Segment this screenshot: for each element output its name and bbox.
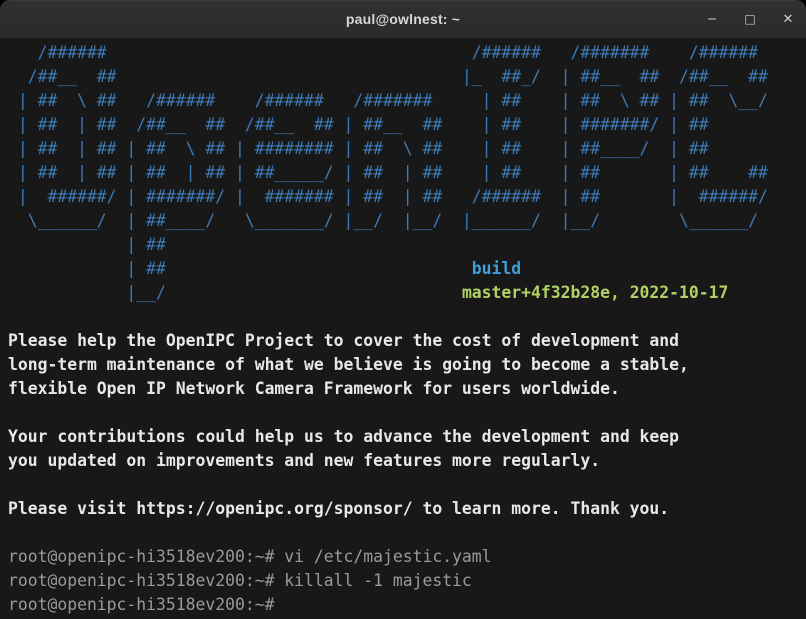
terminal-line: Please help the OpenIPC Project to cover… xyxy=(8,329,806,353)
terminal-line: | ######/ | #######/ | ####### | ## | ##… xyxy=(8,185,806,209)
close-icon[interactable]: ✕ xyxy=(780,11,796,27)
terminal-line: | ## build xyxy=(8,257,806,281)
window-controls: ─ □ ✕ xyxy=(704,0,796,38)
terminal-line: Your contributions could help us to adva… xyxy=(8,425,806,449)
terminal-line: \______/ | ##____/ \_______/ |__/ |__/ |… xyxy=(8,209,806,233)
terminal-line: | ## | ## /##__ ## /##__ ## | ##__ ## | … xyxy=(8,113,806,137)
terminal-line: root@openipc-hi3518ev200:~# killall -1 m… xyxy=(8,569,806,593)
terminal-window: paul@owlnest: ~ ─ □ ✕ /###### /###### /#… xyxy=(0,0,806,619)
terminal-line: |__/ master+4f32b28e, 2022-10-17 xyxy=(8,281,806,305)
terminal-line: | ## | ## | ## \ ## | ######## | ## \ ##… xyxy=(8,137,806,161)
maximize-icon[interactable]: □ xyxy=(742,11,758,27)
terminal-output[interactable]: /###### /###### /####### /###### /##__ #… xyxy=(0,39,806,619)
terminal-line: flexible Open IP Network Camera Framewor… xyxy=(8,377,806,401)
terminal-line: /##__ ## |_ ##_/ | ##__ ## /##__ ## xyxy=(8,65,806,89)
terminal-line xyxy=(8,521,806,545)
terminal-line xyxy=(8,473,806,497)
terminal-line: /###### /###### /####### /###### xyxy=(8,41,806,65)
terminal-line xyxy=(8,401,806,425)
terminal-line: | ## \ ## /###### /###### /####### | ## … xyxy=(8,89,806,113)
terminal-line: | ## xyxy=(8,233,806,257)
terminal-line xyxy=(8,305,806,329)
window-title: paul@owlnest: ~ xyxy=(346,11,460,27)
titlebar[interactable]: paul@owlnest: ~ ─ □ ✕ xyxy=(0,0,806,39)
terminal-line: | ## | ## | ## | ## | ##_____/ | ## | ##… xyxy=(8,161,806,185)
terminal-line: you updated on improvements and new feat… xyxy=(8,449,806,473)
minimize-icon[interactable]: ─ xyxy=(704,11,720,27)
terminal-line: root@openipc-hi3518ev200:~# vi /etc/maje… xyxy=(8,545,806,569)
terminal-line: long-term maintenance of what we believe… xyxy=(8,353,806,377)
terminal-line: Please visit https://openipc.org/sponsor… xyxy=(8,497,806,521)
terminal-line: root@openipc-hi3518ev200:~# xyxy=(8,593,806,617)
